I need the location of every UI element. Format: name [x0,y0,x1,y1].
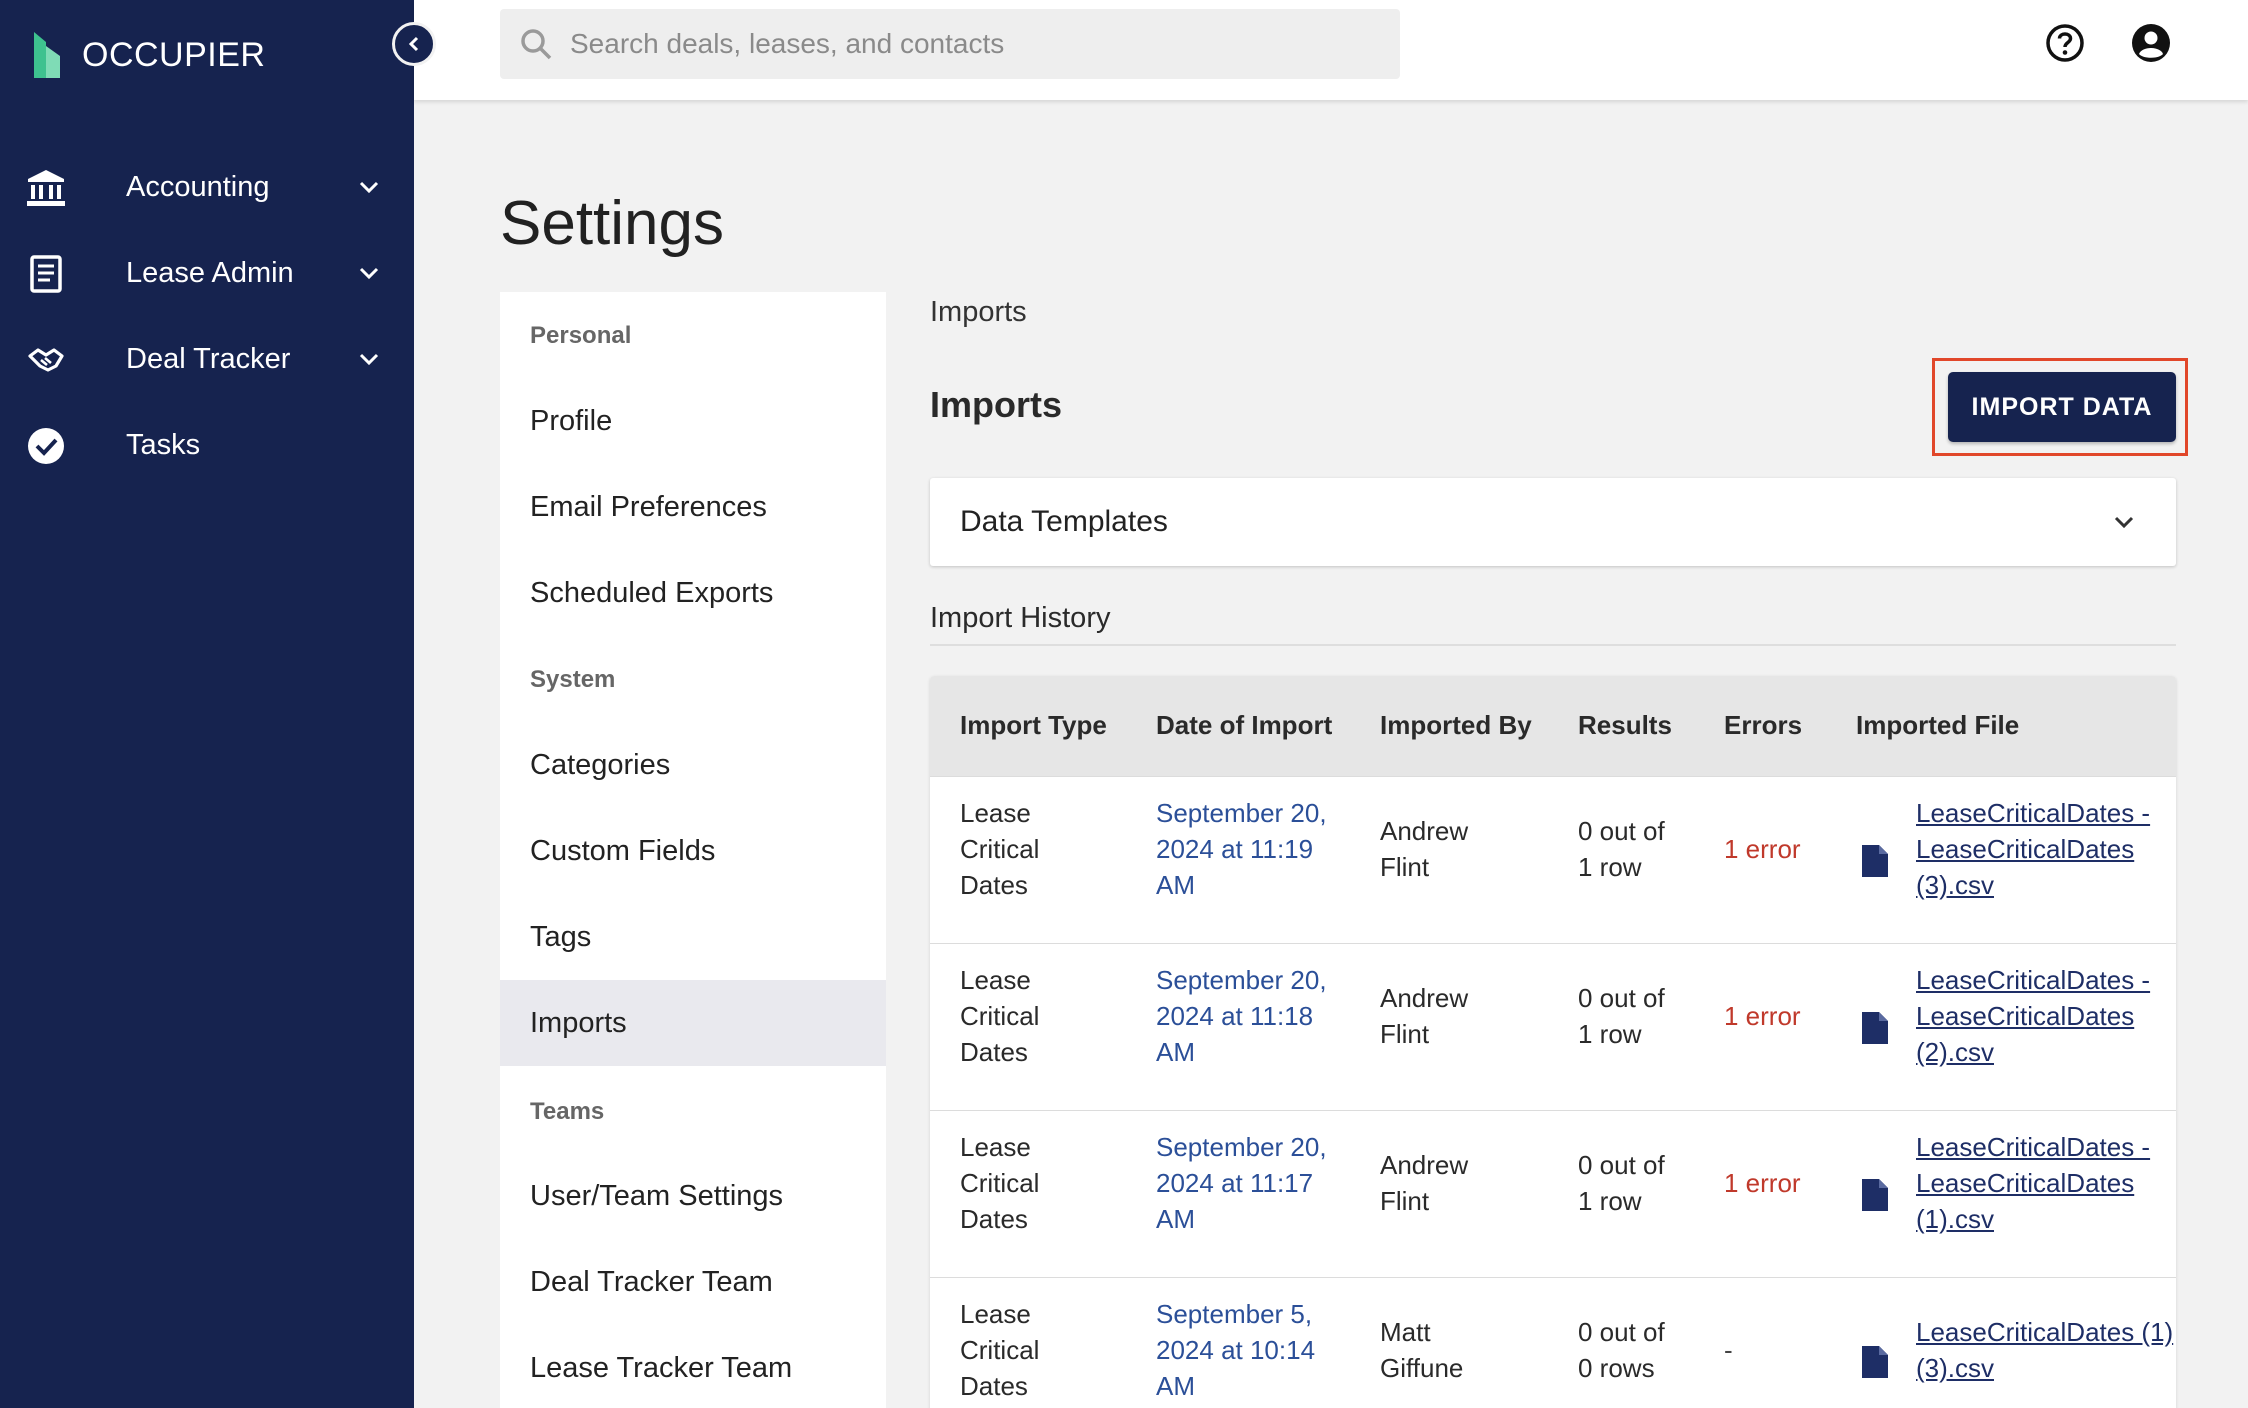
imported-file-link[interactable]: LeaseCriticalDates - LeaseCriticalDates (1… [1916,1129,2176,1237]
import-type-cell: Lease Critical Dates [960,1299,1040,1401]
chevron-down-icon[interactable] [354,172,384,202]
column-header-imported-by[interactable]: Imported By [1380,710,1532,741]
imported-file-link[interactable]: LeaseCriticalDates - LeaseCriticalDates (2… [1916,962,2176,1070]
search-icon [521,29,552,60]
bank-icon [27,170,65,206]
breadcrumb: Imports [930,296,1027,328]
sidebar-item-label: Lease Admin [126,256,294,289]
sidebar-item-label: Tasks [126,428,201,461]
results-cell: 0 out of 1 row [1578,983,1665,1049]
imported-by-cell: Andrew Flint [1380,1150,1469,1216]
help-icon[interactable] [2044,22,2086,64]
sidebar-item-accounting[interactable]: Accounting [0,144,414,230]
chevron-down-icon[interactable] [354,258,384,288]
table-row: Lease Critical Dates September 20, 2024 at … [930,1110,2176,1277]
file-icon [1862,1012,1888,1044]
settings-item-custom-fields[interactable]: Custom Fields [500,808,886,894]
occupier-logo-icon [34,32,60,78]
errors-cell[interactable]: 1 error [1724,831,1834,867]
sidebar-item-lease-admin[interactable]: Lease Admin [0,230,414,316]
chevron-down-icon [2114,516,2134,529]
file-icon [1862,1179,1888,1211]
imported-file-link[interactable]: LeaseCriticalDates - LeaseCriticalDates (3… [1916,795,2176,903]
sidebar: OCCUPIER Accounting Lease Admin Deal Tra… [0,0,414,1408]
settings-item-lease-tracker-team[interactable]: Lease Tracker Team [500,1325,886,1408]
table-header: Import Type Date of Import Imported By R… [930,676,2176,776]
top-bar [414,0,2248,100]
import-date-link[interactable]: September 20, 2024 at 11:17 AM [1156,1129,1356,1237]
chevron-down-icon[interactable] [354,344,384,374]
accordion-label: Data Templates [960,505,1168,538]
data-templates-accordion[interactable]: Data Templates [930,478,2176,566]
table-row: Lease Critical Dates September 5, 2024 at 1… [930,1277,2176,1408]
settings-item-deal-tracker-team[interactable]: Deal Tracker Team [500,1239,886,1325]
page-title: Settings [500,189,725,258]
import-history-label: Import History [930,602,1111,634]
settings-item-profile[interactable]: Profile [500,378,886,464]
column-header-errors[interactable]: Errors [1724,710,1802,741]
sidebar-nav: Accounting Lease Admin Deal Tracker Task… [0,144,414,488]
imported-by-cell: Andrew Flint [1380,816,1469,882]
sidebar-collapse-button[interactable] [392,22,436,66]
import-history-table: Import Type Date of Import Imported By R… [930,676,2176,1408]
sidebar-item-label: Deal Tracker [126,342,291,375]
file-icon [1862,845,1888,877]
results-cell: 0 out of 0 rows [1578,1317,1665,1383]
sidebar-item-label: Accounting [126,170,270,203]
table-row: Lease Critical Dates September 20, 2024 at … [930,776,2176,943]
handshake-icon [28,348,64,372]
table-row: Lease Critical Dates September 20, 2024 at … [930,943,2176,1110]
import-date-link[interactable]: September 20, 2024 at 11:18 AM [1156,962,1356,1070]
column-header-import-type[interactable]: Import Type [960,710,1107,741]
results-cell: 0 out of 1 row [1578,1150,1665,1216]
imported-file-link[interactable]: LeaseCriticalDates (1) (3).csv [1916,1314,2176,1386]
imported-by-cell: Andrew Flint [1380,983,1469,1049]
section-heading-system: System [530,666,616,693]
section-title: Imports [930,384,1063,425]
settings-item-user-team-settings[interactable]: User/Team Settings [500,1153,886,1239]
import-type-cell: Lease Critical Dates [960,965,1040,1067]
app-logo[interactable]: OCCUPIER [34,20,265,90]
import-data-button[interactable]: IMPORT DATA [1948,372,2176,442]
file-icon [1862,1346,1888,1378]
sidebar-item-deal-tracker[interactable]: Deal Tracker [0,316,414,402]
section-heading-teams: Teams [530,1098,605,1125]
account-icon[interactable] [2130,22,2172,64]
column-header-results[interactable]: Results [1578,710,1672,741]
column-header-imported-file[interactable]: Imported File [1856,710,2019,741]
import-type-cell: Lease Critical Dates [960,1132,1040,1234]
settings-item-scheduled-exports[interactable]: Scheduled Exports [500,550,886,636]
sidebar-item-tasks[interactable]: Tasks [0,402,414,488]
settings-item-email-preferences[interactable]: Email Preferences [500,464,886,550]
settings-item-tags[interactable]: Tags [500,894,886,980]
imported-by-cell: Matt Giffune [1380,1317,1464,1383]
results-cell: 0 out of 1 row [1578,816,1665,882]
check-circle-icon [28,428,64,464]
import-date-link[interactable]: September 5, 2024 at 10:14 AM [1156,1296,1356,1404]
settings-item-imports[interactable]: Imports [500,980,886,1066]
divider [930,644,2176,646]
settings-nav: Personal Profile Email Preferences Sched… [500,292,886,1408]
section-heading-personal: Personal [530,322,632,349]
errors-cell[interactable]: 1 error [1724,998,1834,1034]
import-date-link[interactable]: September 20, 2024 at 11:19 AM [1156,795,1356,903]
errors-cell: - [1724,1335,1733,1365]
errors-cell[interactable]: 1 error [1724,1165,1834,1201]
search-bar[interactable] [500,9,1400,79]
import-type-cell: Lease Critical Dates [960,798,1040,900]
brand-name: OCCUPIER [82,35,266,74]
settings-item-categories[interactable]: Categories [500,722,886,808]
chevron-left-icon [408,36,419,52]
column-header-date[interactable]: Date of Import [1156,710,1332,741]
document-icon [30,255,62,293]
search-input[interactable] [570,28,1370,60]
